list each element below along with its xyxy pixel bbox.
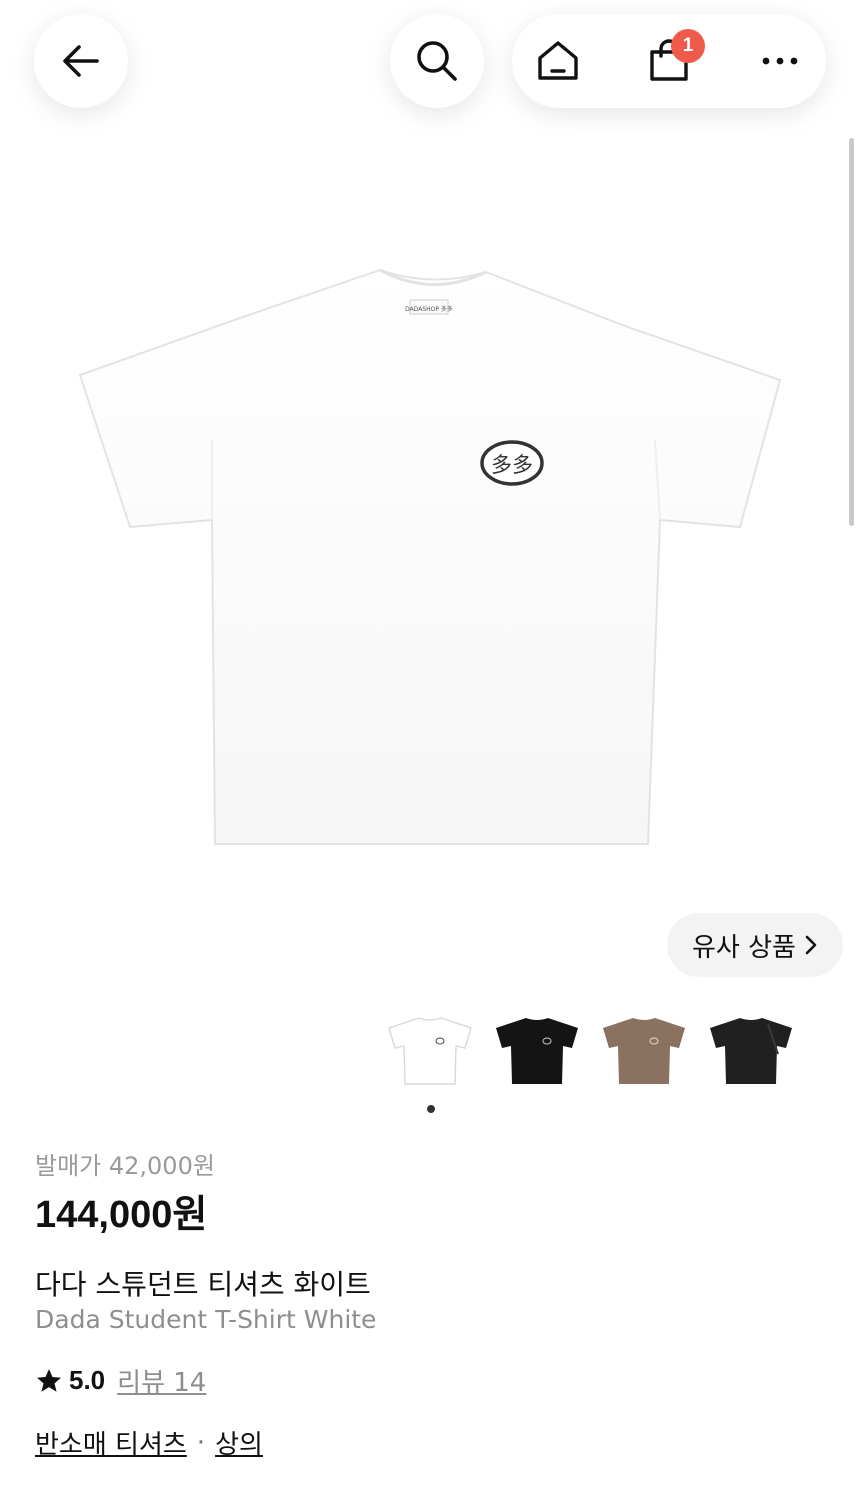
similar-products-label: 유사 상품	[692, 932, 796, 963]
arrow-left-icon	[63, 45, 99, 77]
top-bar: 1	[0, 0, 861, 140]
cart-count-badge: 1	[671, 29, 705, 63]
product-name-english: Dada Student T-Shirt White	[35, 1305, 377, 1334]
more-button[interactable]	[734, 14, 826, 108]
category-link[interactable]: 반소매 티셔츠	[35, 1424, 187, 1461]
home-icon	[538, 41, 578, 80]
thumbnail-black-2[interactable]	[706, 1010, 796, 1090]
star-icon	[36, 1368, 62, 1392]
thumbnail-black[interactable]	[492, 1010, 582, 1090]
color-thumbnails	[385, 1010, 805, 1090]
chevron-right-icon	[805, 935, 817, 955]
tshirt-illustration: DADASHOP 多多 多多	[78, 268, 782, 845]
chest-logo-text: 多多	[491, 453, 533, 477]
breadcrumb-separator: ·	[196, 1427, 206, 1458]
product-name-korean: 다다 스튜던트 티셔츠 화이트	[35, 1268, 371, 1301]
home-button[interactable]	[512, 14, 604, 108]
thumbnail-white[interactable]	[385, 1010, 475, 1090]
similar-products-button[interactable]: 유사 상품	[667, 913, 843, 977]
neck-tag-text: DADASHOP 多多	[405, 305, 453, 313]
category-breadcrumb: 반소매 티셔츠 · 상의	[35, 1424, 263, 1461]
cart-button[interactable]	[623, 14, 715, 108]
product-image[interactable]: DADASHOP 多多 多多	[0, 140, 861, 900]
parent-category-link[interactable]: 상의	[215, 1424, 263, 1461]
rating-value: 5.0	[69, 1365, 106, 1395]
search-button[interactable]	[390, 14, 484, 108]
more-horizontal-icon	[762, 57, 798, 65]
review-count-link[interactable]: 리뷰 14	[117, 1362, 206, 1399]
rating-row: 5.0 리뷰 14	[35, 1362, 206, 1399]
action-pill	[512, 14, 826, 108]
release-price: 발매가 42,000원	[35, 1152, 215, 1180]
search-icon	[417, 41, 457, 81]
carousel-page-dot	[427, 1105, 435, 1113]
back-button[interactable]	[34, 14, 128, 108]
thumbnail-brown[interactable]	[599, 1010, 689, 1090]
current-price: 144,000원	[35, 1194, 208, 1236]
